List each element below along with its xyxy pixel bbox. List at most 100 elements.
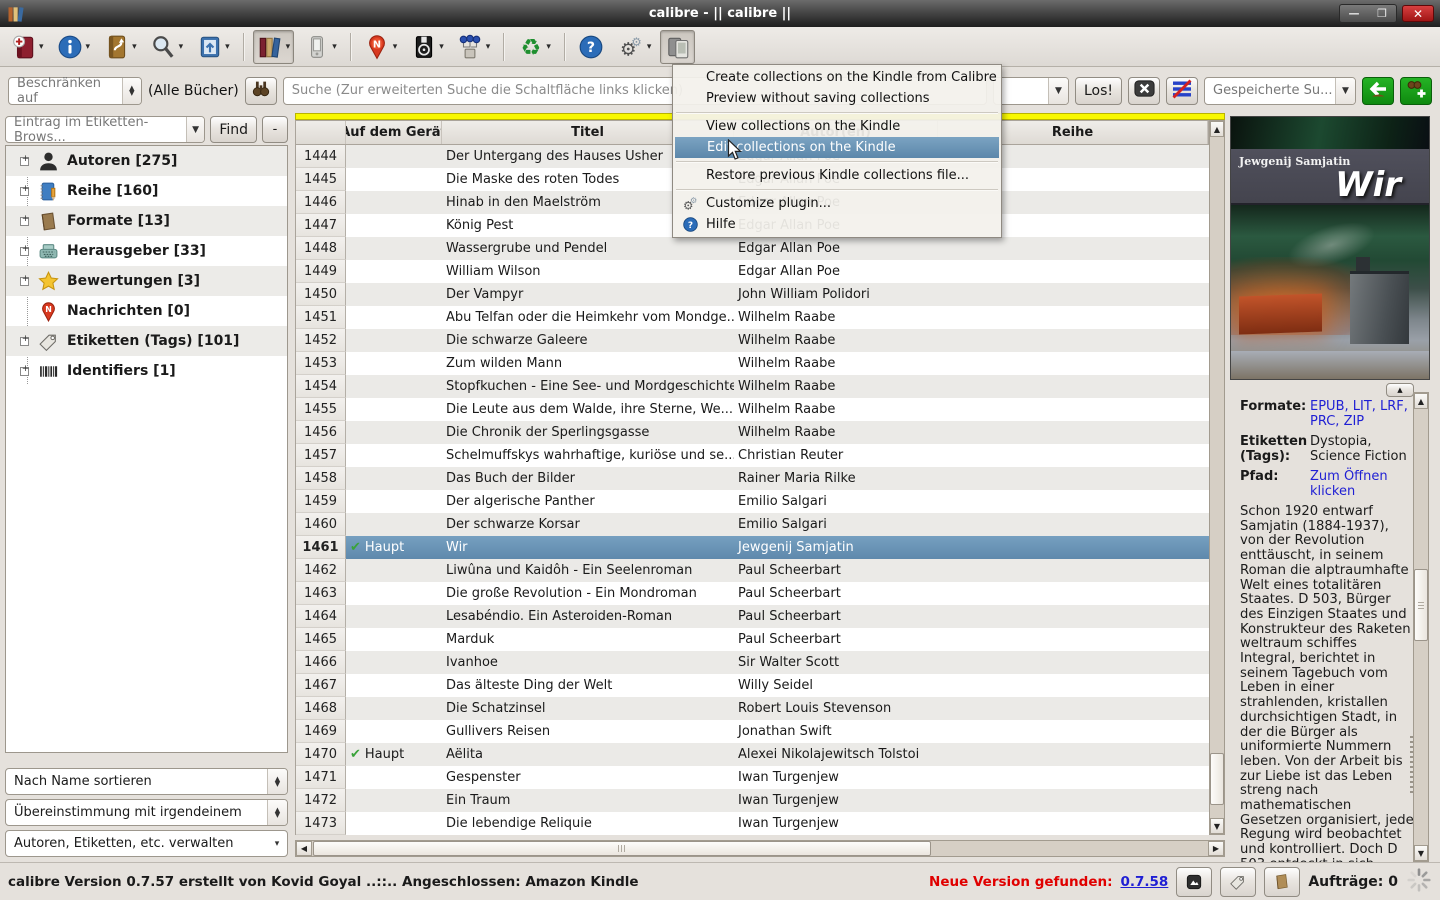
table-row[interactable]: 1462 ✔ Liwûna und Kaidôh - Ein Seelenrom…	[296, 559, 1209, 582]
chevron-down-icon[interactable]: ▼	[185, 117, 205, 142]
restore-button[interactable]: ❐	[1368, 5, 1396, 22]
dropdown-arrow-icon[interactable]: ▾	[546, 42, 551, 52]
clear-search-button[interactable]	[1128, 76, 1160, 105]
go-button[interactable]: Los!	[1074, 76, 1122, 105]
table-row[interactable]: 1457 ✔ Schelmuffskys wahrhaftige, kuriös…	[296, 444, 1209, 467]
table-row[interactable]: 1468 ✔ Die Schatzinsel Robert Louis Stev…	[296, 697, 1209, 720]
table-row[interactable]: 1449 ✔ William Wilson Edgar Allan Poe	[296, 260, 1209, 283]
menu-item[interactable]: Create collections on the Kindle from Ca…	[674, 67, 1000, 88]
tag-browser-item[interactable]: N Nachrichten [0]	[6, 296, 287, 326]
header-on-device[interactable]: Auf dem Gerät	[346, 121, 442, 144]
expander-icon[interactable]	[20, 275, 30, 286]
menu-item[interactable]: Restore previous Kindle collections file…	[674, 165, 1000, 186]
table-row[interactable]: 1458 ✔ Das Buch der Bilder Rainer Maria …	[296, 467, 1209, 490]
spinner-arrows-icon[interactable]: ▲ ▼	[267, 769, 287, 794]
dropdown-arrow-icon[interactable]: ▾	[647, 42, 652, 52]
expander-icon[interactable]	[20, 185, 30, 196]
fetch-news-button[interactable]: N ▾	[360, 30, 402, 64]
table-row[interactable]: 1464 ✔ Lesabéndio. Ein Asteroiden-Roman …	[296, 605, 1209, 628]
table-row[interactable]: 1465 ✔ Marduk Paul Scheerbart	[296, 628, 1209, 651]
table-row[interactable]: 1466 ✔ Ivanhoe Sir Walter Scott	[296, 651, 1209, 674]
table-row[interactable]: 1453 ✔ Zum wilden Mann Wilhelm Raabe	[296, 352, 1209, 375]
connect-share-button[interactable]: ▾	[453, 30, 495, 64]
tag-browser-item[interactable]: Autoren [275]	[6, 146, 287, 176]
table-row[interactable]: 1456 ✔ Die Chronik der Sperlingsgasse Wi…	[296, 421, 1209, 444]
dropdown-arrow-icon[interactable]: ▾	[486, 42, 491, 52]
tag-browser-toggle-button[interactable]	[1220, 866, 1257, 897]
splitter-handle[interactable]	[1410, 733, 1413, 793]
tag-browser-item[interactable]: Formate [13]	[6, 206, 287, 236]
tag-browser-item[interactable]: Identifiers [1]	[6, 356, 287, 386]
chevron-down-icon[interactable]: ▼	[1047, 77, 1068, 104]
preferences-button[interactable]: ⚙ ⚙ ▾	[614, 30, 656, 64]
scroll-up-icon[interactable]: ▲	[1414, 393, 1428, 409]
manage-combo[interactable]: Autoren, Etiketten, etc. verwalten ▾	[5, 830, 288, 857]
sort-by-combo[interactable]: Nach Name sortieren ▲ ▼	[5, 768, 288, 795]
menu-item[interactable]: Preview without saving collections	[674, 88, 1000, 109]
expander-icon[interactable]	[20, 365, 30, 376]
horizontal-scroll-thumb[interactable]	[313, 841, 931, 856]
save-search-button[interactable]	[1400, 76, 1432, 105]
collapse-details-button[interactable]: ▲	[1386, 383, 1414, 397]
table-row[interactable]: 1455 ✔ Die Leute aus dem Walde, ihre Ste…	[296, 398, 1209, 421]
search-history-combo[interactable]: ▼	[992, 76, 1069, 105]
remove-books-button[interactable]: ♻ ▾	[513, 30, 555, 64]
menu-item[interactable]: Edit collections on the Kindle	[675, 137, 999, 158]
advanced-search-button[interactable]	[244, 76, 277, 105]
save-to-disk-button[interactable]: ▾	[406, 30, 448, 64]
tag-browser-find-input[interactable]: Eintrag im Etiketten-Brows... ▼	[5, 115, 206, 145]
donate-button[interactable]	[1264, 866, 1301, 897]
horizontal-scrollbar[interactable]: ◀ ▶	[295, 840, 1225, 857]
vertical-scrollbar[interactable]: ▲ ▼	[1209, 120, 1225, 835]
table-row[interactable]: 1472 ✔ Ein Traum Iwan Turgenjew	[296, 789, 1209, 812]
menu-item[interactable]: View collections on the Kindle	[674, 116, 1000, 137]
device-button[interactable]: ▾	[299, 30, 341, 64]
scroll-down-icon[interactable]: ▼	[1210, 818, 1224, 834]
help-button[interactable]: ?	[574, 30, 609, 64]
dropdown-arrow-icon[interactable]: ▾	[39, 42, 44, 52]
menu-item[interactable]: ⚙ ⚙ Customize plugin...	[674, 193, 1000, 214]
table-row[interactable]: 1450 ✔ Der Vampyr John William Polidori	[296, 283, 1209, 306]
highlight-matches-button[interactable]	[1166, 76, 1198, 105]
formats-links[interactable]: EPUB, LIT, LRF, PRC, ZIP	[1310, 399, 1412, 429]
minimize-button[interactable]: —	[1340, 5, 1368, 22]
menu-item[interactable]: ? Hilfe	[674, 214, 1000, 235]
view-book-button[interactable]: ▾	[192, 30, 234, 64]
scroll-up-icon[interactable]: ▲	[1210, 121, 1224, 137]
expander-icon[interactable]	[20, 215, 30, 226]
update-link[interactable]: 0.7.58	[1120, 874, 1168, 890]
scroll-down-icon[interactable]: ▼	[1414, 845, 1428, 861]
dropdown-arrow-icon[interactable]: ▾	[179, 42, 184, 52]
table-row[interactable]: 1448 ✔ Wassergrube und Pendel Edgar Alla…	[296, 237, 1209, 260]
dropdown-arrow-icon[interactable]: ▾	[86, 42, 91, 52]
spinner-arrows-icon[interactable]: ▲ ▼	[267, 800, 287, 825]
path-link[interactable]: Zum Öffnen klicken	[1310, 469, 1412, 499]
tag-browser-item[interactable]: Reihe [160]	[6, 176, 287, 206]
dropdown-arrow-icon[interactable]: ▾	[439, 42, 444, 52]
delete-saved-search-button[interactable]	[1362, 76, 1394, 105]
table-row[interactable]: 1461 ✔ Haupt Wir Jewgenij Samjatin	[296, 536, 1209, 559]
chevron-down-icon[interactable]: ▾	[267, 831, 287, 856]
table-row[interactable]: 1470 ✔ Haupt Aëlita Alexei Nikolajewitsch…	[296, 743, 1209, 766]
kindle-collections-button[interactable]	[660, 29, 696, 64]
table-row[interactable]: 1473 ✔ Die lebendige Reliquie Iwan Turge…	[296, 812, 1209, 835]
tag-browser-item[interactable]: Herausgeber [33]	[6, 236, 287, 266]
dropdown-arrow-icon[interactable]: ▾	[132, 42, 137, 52]
saved-search-combo[interactable]: Gespeicherte Su... ▼	[1204, 76, 1356, 105]
restrict-combo[interactable]: Beschränken auf ▲ ▼	[8, 76, 142, 106]
convert-books-button[interactable]: ▾	[99, 30, 141, 64]
book-cover[interactable]: Jewgenij Samjatin Wir	[1230, 116, 1430, 380]
collapse-all-button[interactable]: -	[262, 116, 288, 143]
vertical-scroll-thumb[interactable]	[1210, 753, 1224, 805]
library-button[interactable]: ▾	[252, 29, 295, 64]
scroll-right-icon[interactable]: ▶	[1208, 841, 1224, 856]
tag-browser-item[interactable]: Etiketten (Tags) [101]	[6, 326, 287, 356]
chevron-down-icon[interactable]: ▼	[1335, 77, 1355, 104]
edit-metadata-button[interactable]: ▾	[53, 30, 95, 64]
dropdown-arrow-icon[interactable]: ▾	[332, 42, 337, 52]
dropdown-arrow-icon[interactable]: ▾	[225, 42, 230, 52]
jobs-spinner-icon[interactable]	[1406, 867, 1432, 897]
table-row[interactable]: 1463 ✔ Die große Revolution - Ein Mondro…	[296, 582, 1209, 605]
table-row[interactable]: 1469 ✔ Gullivers Reisen Jonathan Swift	[296, 720, 1209, 743]
dropdown-arrow-icon[interactable]: ▾	[286, 42, 291, 52]
